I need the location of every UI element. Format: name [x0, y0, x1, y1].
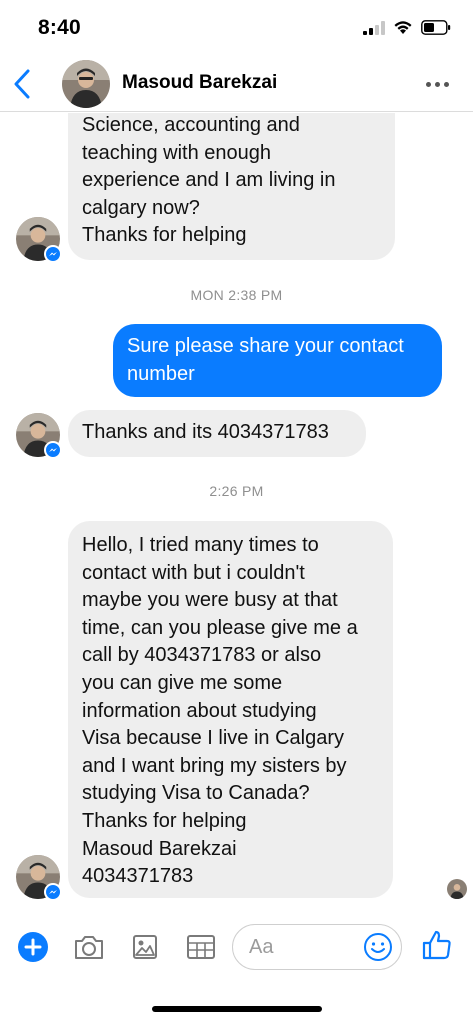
message-timestamp: MON 2:38 PM: [190, 287, 283, 303]
back-arrow-icon: [14, 69, 30, 99]
messenger-badge-icon: [44, 245, 62, 263]
wifi-icon: [394, 21, 412, 34]
status-icons: [363, 20, 451, 35]
messenger-badge-icon: [44, 441, 62, 459]
plus-button[interactable]: [16, 930, 50, 964]
emoji-icon: [364, 933, 392, 961]
status-bar: 8:40: [0, 0, 473, 56]
message-line: contact with but i couldn't: [82, 561, 305, 584]
sender-avatar[interactable]: [16, 217, 62, 263]
like-thumb-icon: [422, 930, 451, 960]
sender-avatar[interactable]: [16, 855, 62, 901]
message-bubble-incoming[interactable]: Thanks and its 4034371783: [68, 410, 366, 457]
message-line: Sure please share your contact: [127, 335, 404, 357]
message-line: calgary now?: [82, 196, 200, 219]
message-line: you can give me some: [82, 671, 283, 694]
message-line: Thanks for helping: [82, 809, 247, 832]
conversation-header: Masoud Barekzai: [0, 56, 473, 112]
message-line: Masoud Barekzai: [82, 837, 237, 860]
battery-icon: [421, 20, 451, 35]
message-line: and I want bring my sisters by: [82, 754, 347, 777]
plus-icon: [18, 932, 48, 962]
message-line: call by 4034371783 or also: [82, 644, 322, 667]
signal-icon: [363, 20, 385, 35]
camera-button[interactable]: [72, 930, 106, 964]
message-line: Thanks for helping: [82, 224, 247, 247]
messenger-badge-icon: [44, 883, 62, 901]
composer-bar: [0, 918, 473, 980]
status-time: 8:40: [38, 16, 81, 39]
message-bubble-incoming[interactable]: Hello, I tried many times to contact wit…: [68, 521, 393, 898]
message-timestamp: 2:26 PM: [209, 483, 264, 499]
sender-avatar[interactable]: [16, 413, 62, 459]
message-line: time, can you please give me a: [82, 616, 358, 639]
message-input-box[interactable]: [232, 924, 402, 970]
read-receipt-avatar: [447, 879, 467, 899]
message-line: Thanks and its 4034371783: [82, 421, 329, 443]
message-line: Hello, I tried many times to: [82, 534, 319, 556]
message-line: Science, accounting and: [82, 114, 300, 136]
message-line: information about studying: [82, 699, 317, 722]
message-input[interactable]: [249, 933, 349, 961]
home-indicator[interactable]: [152, 1006, 322, 1012]
message-line: teaching with enough: [82, 141, 272, 164]
message-line: studying Visa to Canada?: [82, 782, 310, 805]
like-button[interactable]: [420, 928, 454, 962]
gallery-icon: [133, 935, 157, 959]
message-line: number: [127, 362, 195, 385]
more-options-button[interactable]: [421, 72, 453, 96]
message-line: maybe you were busy at that: [82, 589, 338, 612]
camera-icon: [75, 936, 103, 959]
emoji-button[interactable]: [363, 932, 393, 962]
message-line: 4034371783: [82, 865, 194, 888]
contact-name[interactable]: Masoud Barekzai: [122, 72, 277, 94]
sticker-button[interactable]: [184, 930, 218, 964]
gallery-button[interactable]: [128, 930, 162, 964]
message-bubble-outgoing[interactable]: Sure please share your contact number: [113, 324, 442, 397]
message-bubble-incoming[interactable]: Science, accounting and teaching with en…: [68, 113, 395, 260]
back-button[interactable]: [8, 66, 36, 102]
message-line: Visa because I live in Calgary: [82, 727, 344, 750]
message-list[interactable]: Science, accounting and teaching with en…: [0, 113, 473, 913]
sticker-grid-icon: [187, 935, 215, 959]
more-options-icon: [425, 81, 431, 87]
message-line: experience and I am living in: [82, 169, 336, 192]
contact-avatar[interactable]: [62, 60, 110, 108]
